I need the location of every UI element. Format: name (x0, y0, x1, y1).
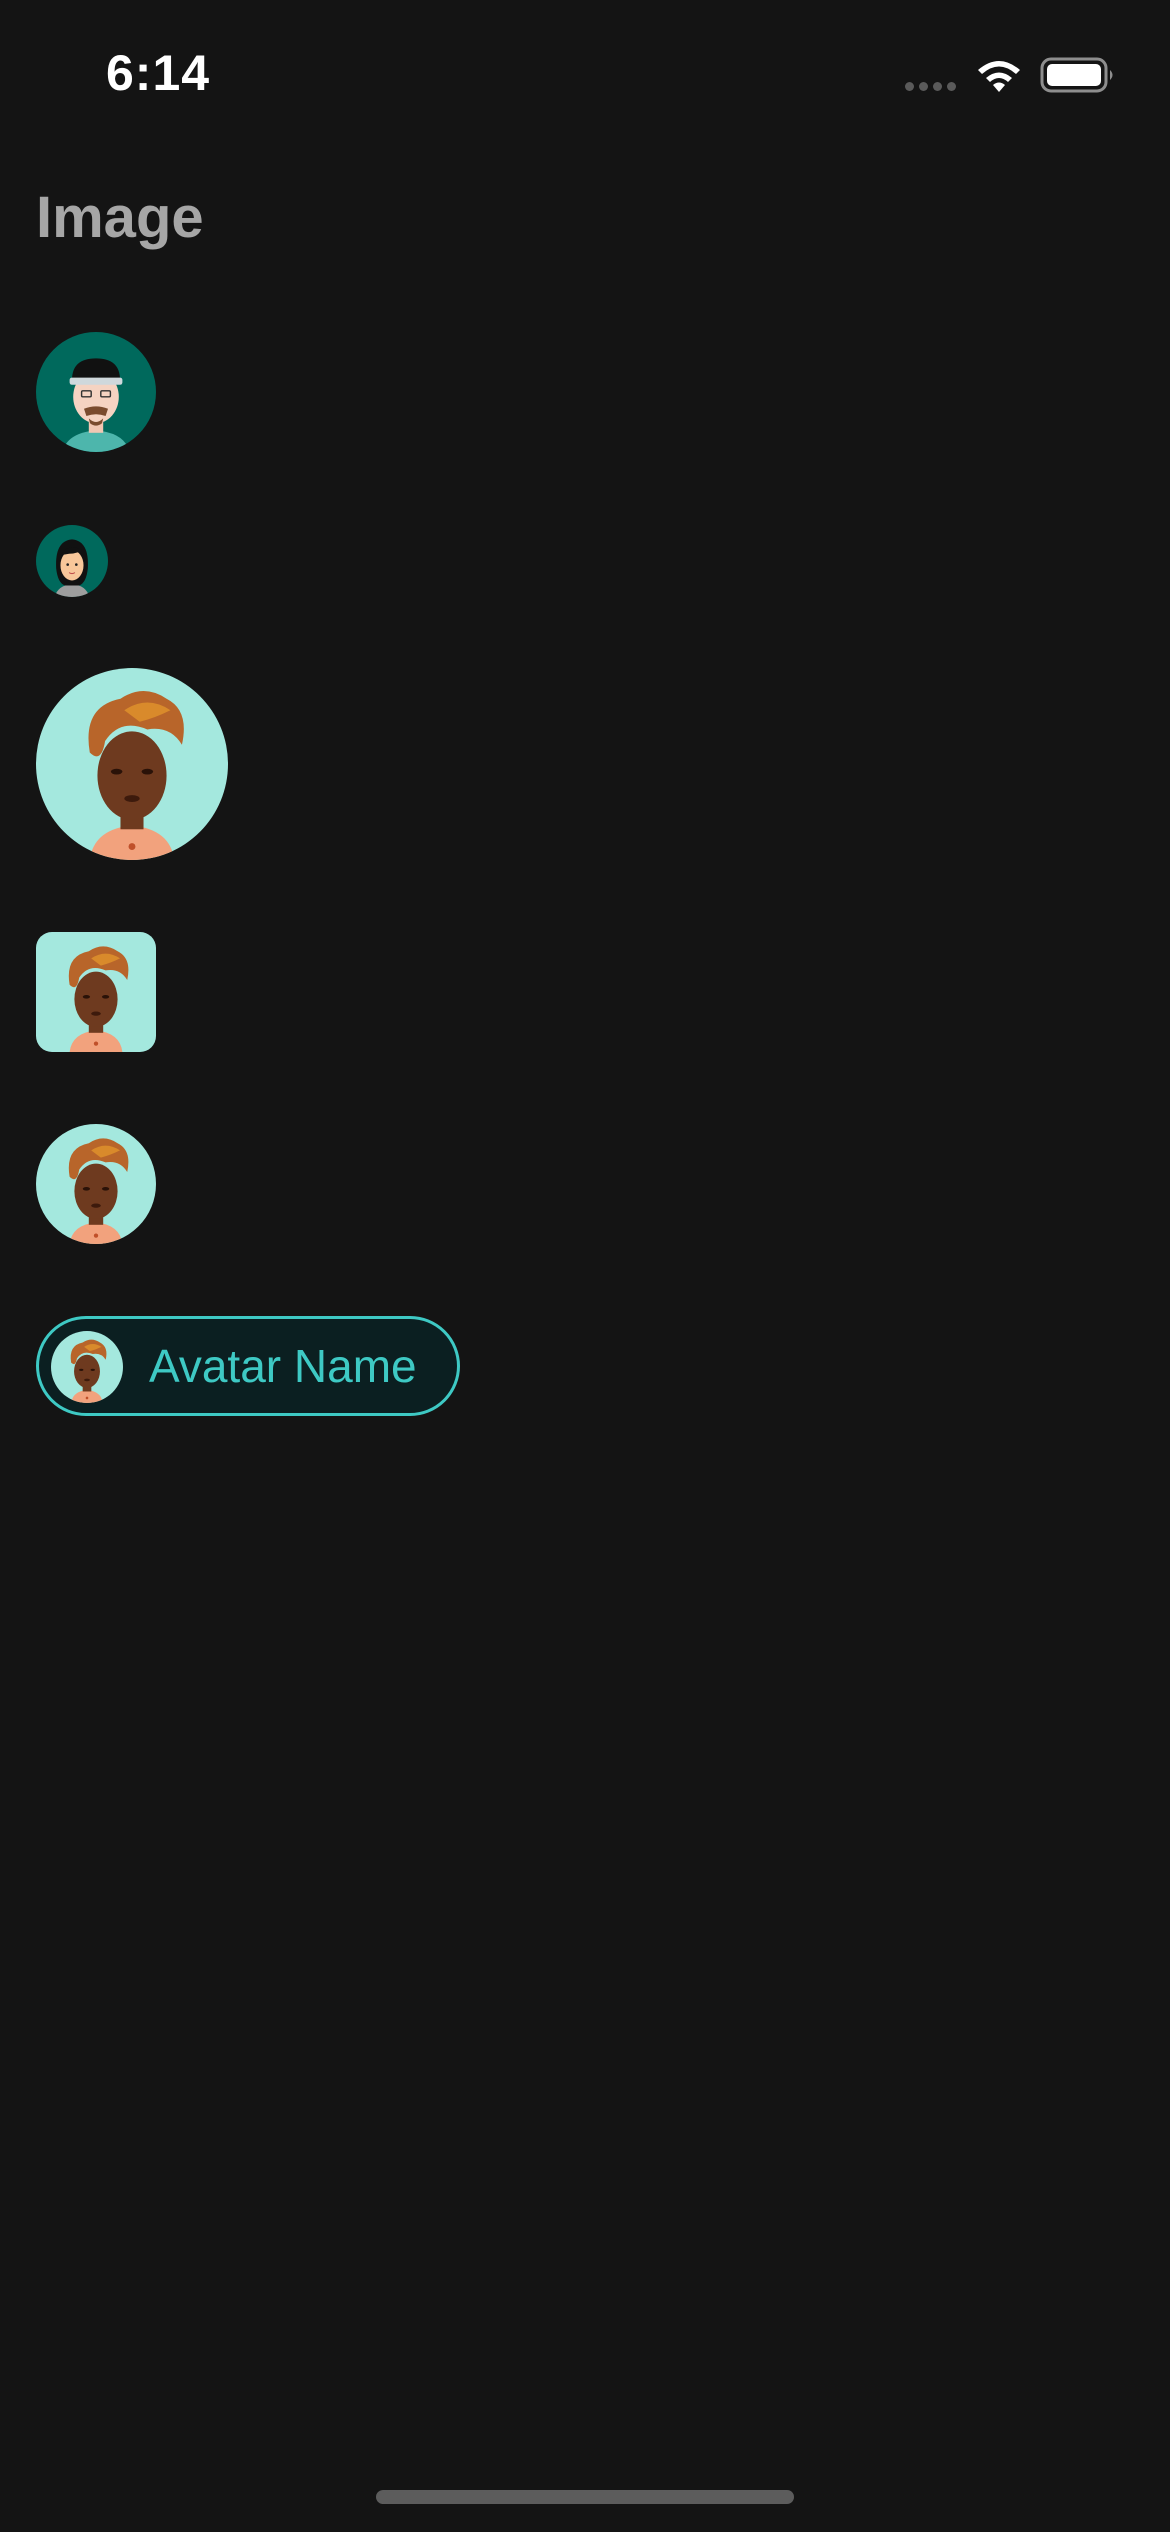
status-bar: 6:14 (0, 0, 1170, 150)
wifi-icon (973, 54, 1025, 94)
home-indicator[interactable] (376, 2490, 794, 2504)
avatar-chip[interactable]: Avatar Name (36, 1316, 460, 1416)
screen: 6:14 Image Avatar Name (0, 0, 1170, 2532)
avatar-image-large (36, 668, 228, 860)
avatar-image-rounded-square (36, 932, 156, 1052)
chip-avatar (51, 1331, 123, 1403)
chip-label: Avatar Name (149, 1340, 417, 1392)
battery-icon (1040, 56, 1116, 94)
woman-curly-hair-avatar-icon (51, 1331, 123, 1403)
woman-curly-hair-avatar-icon (36, 1124, 156, 1244)
woman-avatar-icon (36, 525, 108, 597)
cellular-signal-icon (905, 82, 957, 92)
avatar-image-man (36, 332, 156, 452)
page-title: Image (36, 185, 204, 250)
avatar-image-small (36, 525, 108, 597)
avatar-image-circle (36, 1124, 156, 1244)
status-time: 6:14 (106, 45, 211, 101)
woman-curly-hair-avatar-icon (36, 668, 228, 860)
woman-curly-hair-avatar-icon (36, 932, 156, 1052)
man-avatar-icon (36, 332, 156, 452)
